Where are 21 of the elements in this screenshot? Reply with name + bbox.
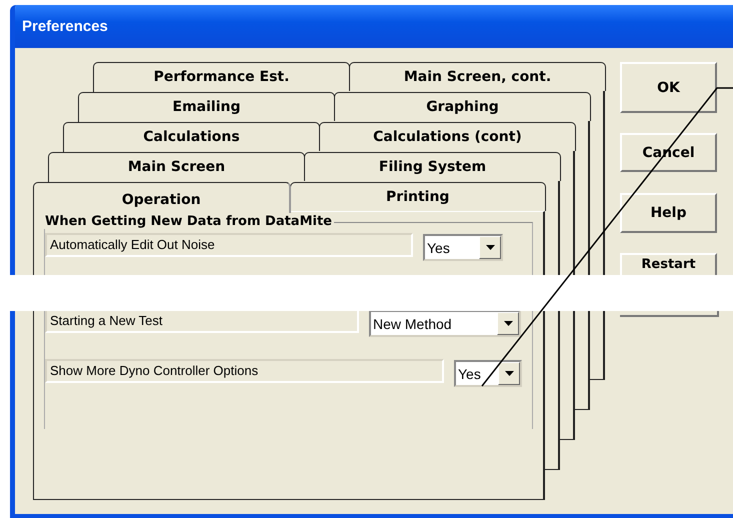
setting-label: Automatically Edit Out Noise <box>45 233 413 257</box>
window-title: Preferences <box>22 18 108 35</box>
dialog-button[interactable]: Restart <box>620 253 717 275</box>
dialog-button[interactable]: OK <box>620 62 717 113</box>
tab[interactable]: Emailing <box>78 92 335 121</box>
dropdown[interactable]: Yes <box>423 234 503 261</box>
setting-label: Show More Dyno Controller Options <box>45 359 444 383</box>
dropdown[interactable]: New Method <box>369 310 521 337</box>
setting-label: Starting a New Test <box>45 309 359 333</box>
tab[interactable]: Calculations <box>63 122 320 151</box>
tab[interactable]: Graphing <box>334 92 591 121</box>
dropdown[interactable]: Yes <box>454 360 522 387</box>
tab[interactable]: Main Screen, cont. <box>349 62 606 91</box>
tab[interactable]: Operation <box>33 182 290 213</box>
tab[interactable]: Main Screen <box>48 152 305 181</box>
tab[interactable]: Performance Est. <box>93 62 350 91</box>
dialog-button[interactable]: Help <box>620 193 717 233</box>
tab[interactable]: Printing <box>290 182 546 211</box>
group-title: When Getting New Data from DataMite <box>43 214 334 229</box>
tab[interactable]: Calculations (cont) <box>319 122 576 151</box>
tab[interactable]: Filing System <box>304 152 561 181</box>
